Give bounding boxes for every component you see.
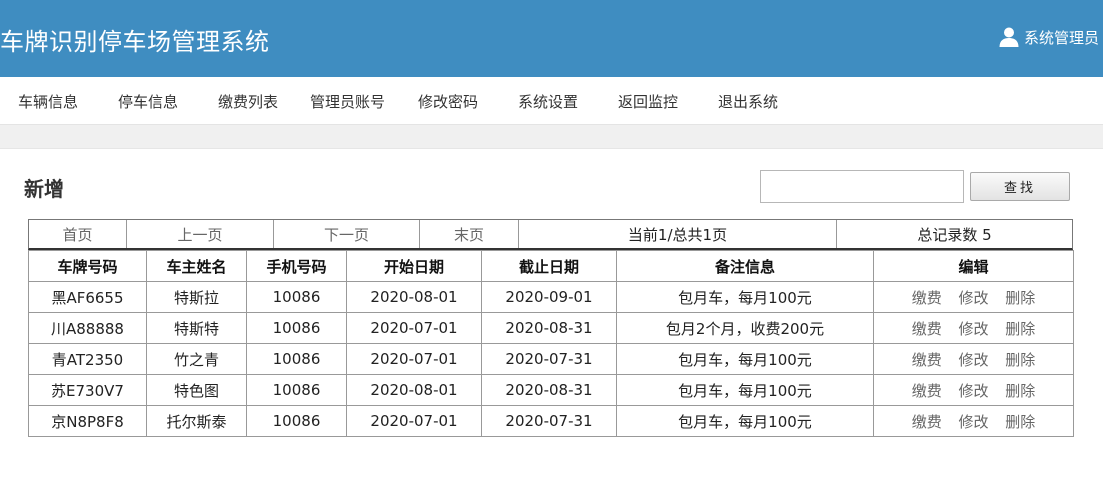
delete-link[interactable]: 删除 [1005, 413, 1035, 431]
cell-phone: 10086 [246, 374, 347, 406]
search-button[interactable]: 查找 [970, 172, 1070, 201]
pay-link[interactable]: 缴费 [912, 320, 942, 338]
add-new-link[interactable]: 新增 [24, 173, 64, 202]
cell-owner: 竹之青 [146, 343, 247, 375]
column-header-edit: 编辑 [873, 250, 1074, 282]
cell-phone: 10086 [246, 405, 347, 437]
cell-start-date: 2020-07-01 [346, 405, 482, 437]
cell-note: 包月车，每月100元 [616, 374, 874, 406]
table-row: 黑AF6655 特斯拉 10086 2020-08-01 2020-09-01 … [28, 281, 1074, 313]
delete-link[interactable]: 删除 [1005, 382, 1035, 400]
prev-page-link[interactable]: 上一页 [127, 220, 274, 248]
cell-start-date: 2020-07-01 [346, 312, 482, 344]
first-page-link[interactable]: 首页 [29, 220, 127, 248]
cell-note: 包月车，每月100元 [616, 343, 874, 375]
cell-phone: 10086 [246, 312, 347, 344]
delete-link[interactable]: 删除 [1005, 289, 1035, 307]
user-menu[interactable]: 系统管理员 [998, 26, 1099, 48]
edit-link[interactable]: 修改 [958, 382, 988, 400]
cell-actions: 缴费 修改 删除 [873, 374, 1074, 406]
cell-actions: 缴费 修改 删除 [873, 343, 1074, 375]
cell-plate: 黑AF6655 [28, 281, 147, 313]
cell-note: 包月车，每月100元 [616, 281, 874, 313]
cell-actions: 缴费 修改 删除 [873, 281, 1074, 313]
cell-phone: 10086 [246, 281, 347, 313]
nav-item-admin-accounts[interactable]: 管理员账号 [310, 91, 385, 112]
nav-item-vehicle-info[interactable]: 车辆信息 [18, 91, 78, 112]
column-header-phone: 手机号码 [246, 250, 347, 282]
table-row: 青AT2350 竹之青 10086 2020-07-01 2020-07-31 … [28, 343, 1074, 375]
user-name: 系统管理员 [1023, 28, 1099, 47]
cell-owner: 特色图 [146, 374, 247, 406]
delete-link[interactable]: 删除 [1005, 320, 1035, 338]
column-header-plate: 车牌号码 [28, 250, 147, 282]
cell-plate: 青AT2350 [28, 343, 147, 375]
table-header-row: 车牌号码 车主姓名 手机号码 开始日期 截止日期 备注信息 编辑 [28, 250, 1074, 282]
cell-actions: 缴费 修改 删除 [873, 312, 1074, 344]
nav-item-back-to-monitor[interactable]: 返回监控 [618, 91, 678, 112]
next-page-link[interactable]: 下一页 [274, 220, 420, 248]
cell-owner: 特斯特 [146, 312, 247, 344]
cell-end-date: 2020-07-31 [481, 405, 617, 437]
nav-item-change-password[interactable]: 修改密码 [418, 91, 478, 112]
column-header-end-date: 截止日期 [481, 250, 617, 282]
content-panel: 新增 查找 首页 上一页 下一页 末页 当前1/总共1页 总记录数 5 车牌号码… [0, 148, 1103, 488]
cell-start-date: 2020-07-01 [346, 343, 482, 375]
pagination-bar: 首页 上一页 下一页 末页 当前1/总共1页 总记录数 5 [28, 219, 1073, 250]
pay-link[interactable]: 缴费 [912, 382, 942, 400]
edit-link[interactable]: 修改 [958, 413, 988, 431]
cell-plate: 京N8P8F8 [28, 405, 147, 437]
main-nav: 车辆信息 停车信息 缴费列表 管理员账号 修改密码 系统设置 返回监控 退出系统 [0, 77, 1103, 125]
column-header-note: 备注信息 [616, 250, 874, 282]
vehicle-table: 车牌号码 车主姓名 手机号码 开始日期 截止日期 备注信息 编辑 黑AF6655… [28, 250, 1074, 437]
cell-start-date: 2020-08-01 [346, 374, 482, 406]
cell-owner: 托尔斯泰 [146, 405, 247, 437]
user-icon [999, 27, 1019, 47]
column-header-start-date: 开始日期 [346, 250, 482, 282]
nav-item-system-settings[interactable]: 系统设置 [518, 91, 578, 112]
cell-plate: 川A88888 [28, 312, 147, 344]
search-input[interactable] [760, 170, 964, 203]
app-header: 车牌识别停车场管理系统 系统管理员 [0, 0, 1103, 77]
cell-owner: 特斯拉 [146, 281, 247, 313]
page-info: 当前1/总共1页 [519, 220, 837, 248]
edit-link[interactable]: 修改 [958, 351, 988, 369]
cell-end-date: 2020-07-31 [481, 343, 617, 375]
table-row: 京N8P8F8 托尔斯泰 10086 2020-07-01 2020-07-31… [28, 405, 1074, 437]
app-title: 车牌识别停车场管理系统 [0, 28, 270, 56]
table-row: 川A88888 特斯特 10086 2020-07-01 2020-08-31 … [28, 312, 1074, 344]
column-header-owner: 车主姓名 [146, 250, 247, 282]
cell-actions: 缴费 修改 删除 [873, 405, 1074, 437]
table-row: 苏E730V7 特色图 10086 2020-08-01 2020-08-31 … [28, 374, 1074, 406]
cell-note: 包月2个月，收费200元 [616, 312, 874, 344]
cell-end-date: 2020-09-01 [481, 281, 617, 313]
cell-end-date: 2020-08-31 [481, 374, 617, 406]
nav-item-logout[interactable]: 退出系统 [718, 91, 778, 112]
cell-end-date: 2020-08-31 [481, 312, 617, 344]
cell-phone: 10086 [246, 343, 347, 375]
edit-link[interactable]: 修改 [958, 320, 988, 338]
total-records: 总记录数 5 [917, 225, 992, 244]
pay-link[interactable]: 缴费 [912, 289, 942, 307]
cell-note: 包月车，每月100元 [616, 405, 874, 437]
nav-item-payment-list[interactable]: 缴费列表 [218, 91, 278, 112]
edit-link[interactable]: 修改 [958, 289, 988, 307]
pay-link[interactable]: 缴费 [912, 351, 942, 369]
cell-start-date: 2020-08-01 [346, 281, 482, 313]
pay-link[interactable]: 缴费 [912, 413, 942, 431]
delete-link[interactable]: 删除 [1005, 351, 1035, 369]
nav-item-parking-info[interactable]: 停车信息 [118, 91, 178, 112]
cell-plate: 苏E730V7 [28, 374, 147, 406]
last-page-link[interactable]: 末页 [420, 220, 519, 248]
